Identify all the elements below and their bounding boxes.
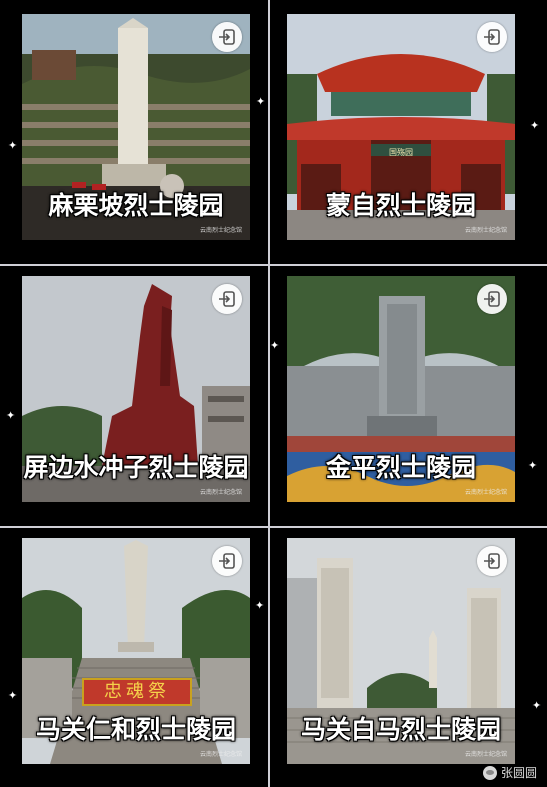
watermark: 云南烈士纪念馆 [464,489,507,496]
watermark: 云南烈士纪念馆 [199,489,242,496]
photo-grid: 麻栗坡烈士陵园 云南烈士纪念馆 国殇园 蒙自烈士陵园 云南烈士纪念馆 屏边水冲子… [0,0,547,787]
tile-caption: 金平烈士陵园 [325,453,476,482]
author-credit: 张圆圆 [482,764,537,781]
exit-icon[interactable] [212,22,242,52]
gate-plaque: 国殇园 [389,148,413,157]
exit-icon[interactable] [212,546,242,576]
exit-icon[interactable] [477,284,507,314]
tile-caption: 麻栗坡烈士陵园 [48,191,224,220]
exit-icon[interactable] [212,284,242,314]
watermark: 云南烈士纪念馆 [199,751,242,758]
sparkle-icon: ✦ [530,119,540,132]
watermark: 云南烈士纪念馆 [464,751,507,758]
watermark: 云南烈士纪念馆 [199,227,242,234]
tile-mengzi[interactable]: 国殇园 蒙自烈士陵园 云南烈士纪念馆 [287,14,515,240]
exit-icon[interactable] [477,22,507,52]
divider-vertical [268,0,270,787]
sparkle-icon: ✦ [8,139,18,152]
tile-caption: 马关仁和烈士陵园 [35,715,236,744]
memorial-banner: 忠魂祭 [104,681,170,702]
tile-malipo[interactable]: 麻栗坡烈士陵园 云南烈士纪念馆 [22,14,250,240]
tile-caption: 马关白马烈士陵园 [300,715,501,744]
watermark: 云南烈士纪念馆 [464,227,507,234]
divider-horizontal [0,526,547,528]
tile-maguan-baima[interactable]: 马关白马烈士陵园 云南烈士纪念馆 [287,538,515,764]
sparkle-icon: ✦ [528,459,538,472]
sparkle-icon: ✦ [6,409,16,422]
sparkle-icon: ✦ [256,95,266,108]
tile-pingbian[interactable]: 屏边水冲子烈士陵园 云南烈士纪念馆 [22,276,250,502]
tile-maguan-renhe[interactable]: 忠魂祭 马关仁和烈士陵园 云南烈士纪念馆 [22,538,250,764]
wechat-icon [482,765,497,780]
sparkle-icon: ✦ [270,339,280,352]
exit-icon[interactable] [477,546,507,576]
sparkle-icon: ✦ [8,689,18,702]
divider-horizontal [0,264,547,266]
sparkle-icon: ✦ [255,599,265,612]
sparkle-icon: ✦ [532,699,542,712]
tile-jinping[interactable]: 金平烈士陵园 云南烈士纪念馆 [287,276,515,502]
tile-caption: 蒙自烈士陵园 [325,191,476,220]
author-name: 张圆圆 [500,766,537,780]
tile-caption: 屏边水冲子烈士陵园 [23,453,249,482]
